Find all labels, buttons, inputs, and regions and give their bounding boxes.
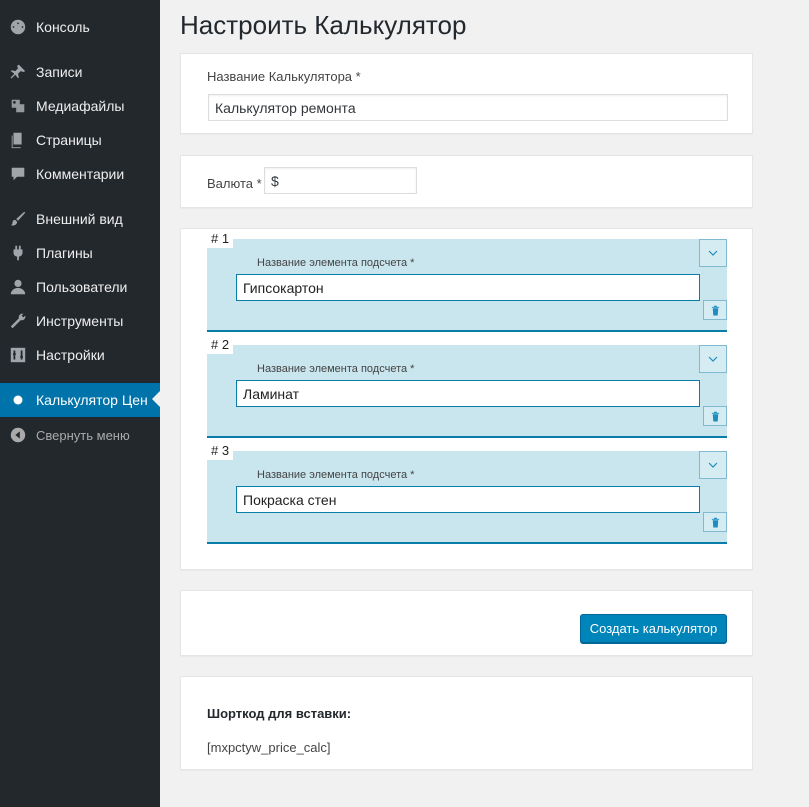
- shortcode-panel: Шорткод для вставки: [mxpctyw_price_calc…: [180, 676, 753, 770]
- sidebar-item-users[interactable]: Пользователи: [0, 270, 160, 304]
- chevron-down-icon: [708, 356, 718, 362]
- wrench-icon: [0, 312, 36, 330]
- element-number: # 3: [207, 442, 234, 460]
- sidebar-item-label: Консоль: [36, 19, 90, 35]
- sidebar-item-label: Плагины: [36, 245, 93, 261]
- currency-panel: Валюта *: [180, 155, 753, 208]
- sidebar-item-tools[interactable]: Инструменты: [0, 304, 160, 338]
- sidebar-item-posts[interactable]: Записи: [0, 55, 160, 89]
- shortcode-heading: Шорткод для вставки:: [207, 706, 352, 721]
- element-number: # 2: [207, 336, 234, 354]
- sidebar-item-label: Страницы: [36, 132, 102, 148]
- pages-icon: [0, 131, 36, 149]
- calc-element-row: # 2 Название элемента подсчета *: [207, 336, 727, 438]
- collapse-icon: [0, 426, 36, 444]
- element-name-input[interactable]: [236, 486, 700, 513]
- expand-toggle-button[interactable]: [699, 239, 727, 267]
- trash-icon: [711, 305, 719, 316]
- delete-element-button[interactable]: [703, 512, 727, 532]
- sidebar-item-plugins[interactable]: Плагины: [0, 236, 160, 270]
- sidebar-item-label: Настройки: [36, 347, 105, 363]
- calculator-name-input[interactable]: [208, 94, 728, 121]
- currency-input[interactable]: [264, 167, 417, 194]
- chevron-down-icon: [708, 250, 718, 256]
- element-name-label: Название элемента подсчета *: [257, 257, 415, 269]
- calc-element-row: # 1 Название элемента подсчета *: [207, 230, 727, 332]
- shortcode-value: [mxpctyw_price_calc]: [207, 740, 331, 755]
- calculator-plugin-icon: [0, 391, 36, 409]
- sidebar-item-pages[interactable]: Страницы: [0, 123, 160, 157]
- media-icon: [0, 97, 36, 115]
- trash-icon: [711, 517, 719, 528]
- settings-icon: [0, 346, 36, 364]
- delete-element-button[interactable]: [703, 300, 727, 320]
- element-name-label: Название элемента подсчета *: [257, 363, 415, 375]
- element-name-input[interactable]: [236, 380, 700, 407]
- sidebar-item-appearance[interactable]: Внешний вид: [0, 202, 160, 236]
- collapse-menu-button[interactable]: Свернуть меню: [0, 418, 160, 452]
- sidebar-item-label: Свернуть меню: [36, 427, 130, 443]
- calculator-name-panel: Название Калькулятора *: [180, 53, 753, 134]
- sidebar-item-settings[interactable]: Настройки: [0, 338, 160, 372]
- create-calculator-button[interactable]: Создать калькулятор: [580, 614, 727, 643]
- expand-toggle-button[interactable]: [699, 345, 727, 373]
- calc-elements-panel: # 1 Название элемента подсчета * # 2 Наз…: [180, 228, 753, 570]
- sidebar-item-label: Пользователи: [36, 279, 128, 295]
- chevron-down-icon: [708, 462, 718, 468]
- calculator-name-label: Название Калькулятора *: [207, 69, 361, 84]
- page-title: Настроить Калькулятор: [180, 10, 467, 40]
- currency-label: Валюта *: [207, 176, 262, 191]
- element-number: # 1: [207, 230, 234, 248]
- sidebar-item-label: Калькулятор Цен: [36, 392, 148, 408]
- comment-icon: [0, 165, 36, 183]
- user-icon: [0, 278, 36, 296]
- sidebar-item-label: Инструменты: [36, 313, 124, 329]
- sidebar-item-media[interactable]: Медиафайлы: [0, 89, 160, 123]
- sidebar-item-dashboard[interactable]: Консоль: [0, 10, 160, 44]
- expand-toggle-button[interactable]: [699, 451, 727, 479]
- sidebar-item-label: Записи: [36, 64, 83, 80]
- sidebar-item-label: Медиафайлы: [36, 98, 125, 114]
- dashboard-icon: [0, 18, 36, 36]
- brush-icon: [0, 210, 36, 228]
- element-name-label: Название элемента подсчета *: [257, 469, 415, 481]
- delete-element-button[interactable]: [703, 406, 727, 426]
- sidebar-item-label: Комментарии: [36, 166, 125, 182]
- sidebar-item-price-calculator[interactable]: Калькулятор Цен: [0, 383, 160, 417]
- trash-icon: [711, 411, 719, 422]
- plugin-icon: [0, 244, 36, 262]
- sidebar-item-label: Внешний вид: [36, 211, 123, 227]
- actions-panel: Создать калькулятор: [180, 590, 753, 656]
- element-name-input[interactable]: [236, 274, 700, 301]
- sidebar-item-comments[interactable]: Комментарии: [0, 157, 160, 191]
- pin-icon: [0, 63, 36, 81]
- admin-sidebar: Консоль Записи Медиафайлы Страницы Комме…: [0, 0, 160, 807]
- calc-element-row: # 3 Название элемента подсчета *: [207, 442, 727, 544]
